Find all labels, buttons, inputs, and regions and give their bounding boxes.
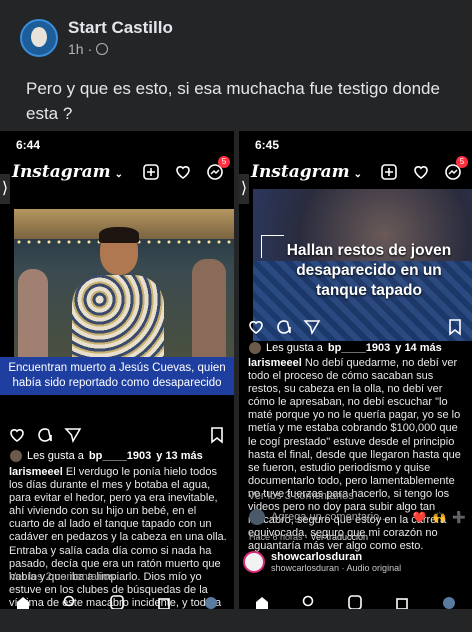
back-arrow-icon[interactable]: ⟩ [0, 174, 10, 204]
banner-spacer [0, 395, 234, 425]
likes-count[interactable]: y 14 más [395, 342, 441, 354]
author-avatar[interactable] [20, 18, 58, 57]
messenger-icon-wrap[interactable]: 5 [206, 156, 230, 181]
shop-icon[interactable] [157, 595, 171, 609]
post-time[interactable]: 1h [68, 41, 84, 57]
own-avatar [249, 509, 265, 525]
instagram-screenshot-left: 6:44 Instagram ⌄ 5 ⟩ Encuentran muerto a … [0, 131, 234, 609]
likes-line[interactable]: Les gusta a bp____1903 y 14 más [249, 342, 466, 354]
add-comment-row[interactable]: Agrega un comentario... ❤️ 🙌 ➕ [249, 508, 466, 526]
instagram-screenshot-right: 6:45 Instagram ⌄ 5 ⟩ Hallan restos de jov… [239, 131, 472, 609]
post-actions [247, 317, 464, 337]
reel-audio-label[interactable]: showcarlosduran · Audio original [271, 563, 401, 573]
meta-separator: · [87, 41, 93, 57]
bottom-nav [239, 595, 472, 609]
comment-icon[interactable] [36, 426, 54, 444]
caption-username[interactable]: larismeeel [248, 357, 302, 369]
notification-badge: 5 [218, 156, 230, 168]
emoji-raised-hands[interactable]: 🙌 [433, 511, 447, 524]
post-actions [8, 425, 226, 445]
plus-square-icon[interactable] [380, 163, 398, 181]
back-arrow-icon[interactable]: ⟩ [239, 174, 249, 204]
chevron-down-icon[interactable]: ⌄ [115, 169, 123, 180]
chevron-down-icon[interactable]: ⌄ [354, 169, 362, 180]
post-time-ago: Hace 6 horas [249, 532, 303, 542]
background-person [192, 259, 226, 357]
quick-emojis: ❤️ 🙌 ➕ [413, 511, 466, 524]
next-post-header[interactable]: showcarlosduran showcarlosduran · Audio … [243, 551, 401, 573]
instagram-top-bar: Instagram ⌄ 5 [0, 156, 234, 187]
liker-name[interactable]: bp____1903 [328, 342, 390, 354]
news-headline-banner: Encuentran muerto a Jesús Cuevas, quien … [0, 357, 234, 395]
add-comment-input[interactable]: Agrega un comentario... [271, 511, 388, 523]
caption-text: El verdugo le ponía hielo todos los días… [9, 466, 227, 609]
post-text: Pero y que es esto, si esa muchacha fue … [26, 79, 440, 123]
profile-icon[interactable] [204, 595, 218, 609]
instagram-logo[interactable]: Instagram ⌄ [12, 162, 123, 182]
bottom-nav [0, 595, 234, 609]
liker-avatar [10, 450, 22, 462]
bookmark-icon[interactable] [446, 318, 464, 336]
post-photo[interactable] [14, 209, 234, 357]
hair [99, 227, 139, 243]
view-comments-link[interactable]: Ver los 2 comentarios [9, 571, 115, 583]
messenger-icon-wrap[interactable]: 5 [444, 156, 468, 181]
share-icon[interactable] [303, 318, 321, 336]
share-icon[interactable] [64, 426, 82, 444]
home-icon[interactable] [255, 595, 269, 609]
like-heart-icon[interactable] [247, 318, 265, 336]
background-person [18, 269, 48, 357]
patterned-shirt [72, 275, 164, 357]
post-meta: 1h · [68, 41, 173, 57]
notification-badge: 5 [456, 156, 468, 168]
reel-author-name[interactable]: showcarlosduran [271, 551, 401, 563]
likes-prefix: Les gusta a [27, 450, 84, 462]
post-header: Start Castillo 1h · [20, 18, 173, 57]
instagram-top-bar: Instagram ⌄ 5 [239, 156, 472, 187]
reels-icon[interactable] [110, 595, 124, 609]
like-heart-icon[interactable] [8, 426, 26, 444]
likes-count[interactable]: y 13 más [156, 450, 202, 462]
globe-icon [96, 43, 109, 55]
plus-square-icon[interactable] [142, 163, 160, 181]
likes-line[interactable]: Les gusta a bp____1903 y 13 más [10, 450, 228, 462]
instagram-logo[interactable]: Instagram ⌄ [251, 162, 362, 182]
status-time: 6:45 [255, 138, 280, 152]
emoji-plus[interactable]: ➕ [452, 511, 466, 524]
instagram-logo-text: Instagram [251, 162, 350, 182]
post-caption: larismeeel El verdugo le ponía hielo tod… [9, 466, 228, 609]
author-name[interactable]: Start Castillo [68, 18, 173, 38]
shop-icon[interactable] [395, 595, 409, 609]
bookmark-icon[interactable] [208, 426, 226, 444]
post-time-row: Hace 6 horas · Ver traducción [249, 532, 369, 542]
see-translation-link[interactable]: Ver traducción [311, 532, 369, 542]
reels-icon[interactable] [348, 595, 363, 609]
likes-prefix: Les gusta a [266, 342, 323, 354]
man-portrait [72, 227, 164, 357]
author-block: Start Castillo 1h · [68, 18, 173, 57]
caption-username[interactable]: larismeeel [9, 466, 63, 478]
heart-icon[interactable] [174, 163, 192, 181]
home-icon[interactable] [16, 595, 30, 609]
reel-author-avatar[interactable] [243, 551, 265, 573]
emoji-heart[interactable]: ❤️ [413, 511, 427, 524]
status-time: 6:44 [16, 138, 41, 152]
comment-icon[interactable] [275, 318, 293, 336]
heart-icon[interactable] [412, 163, 430, 181]
profile-icon[interactable] [442, 595, 456, 609]
search-icon[interactable] [63, 595, 77, 609]
view-comments-link[interactable]: Ver los 3 comentarios [248, 490, 354, 502]
liker-name[interactable]: bp____1903 [89, 450, 151, 462]
liker-avatar [249, 342, 261, 354]
search-icon[interactable] [302, 595, 316, 609]
news-headline-overlay: Hallan restos de joven desaparecido en u… [286, 242, 452, 299]
instagram-logo-text: Instagram [12, 162, 111, 182]
